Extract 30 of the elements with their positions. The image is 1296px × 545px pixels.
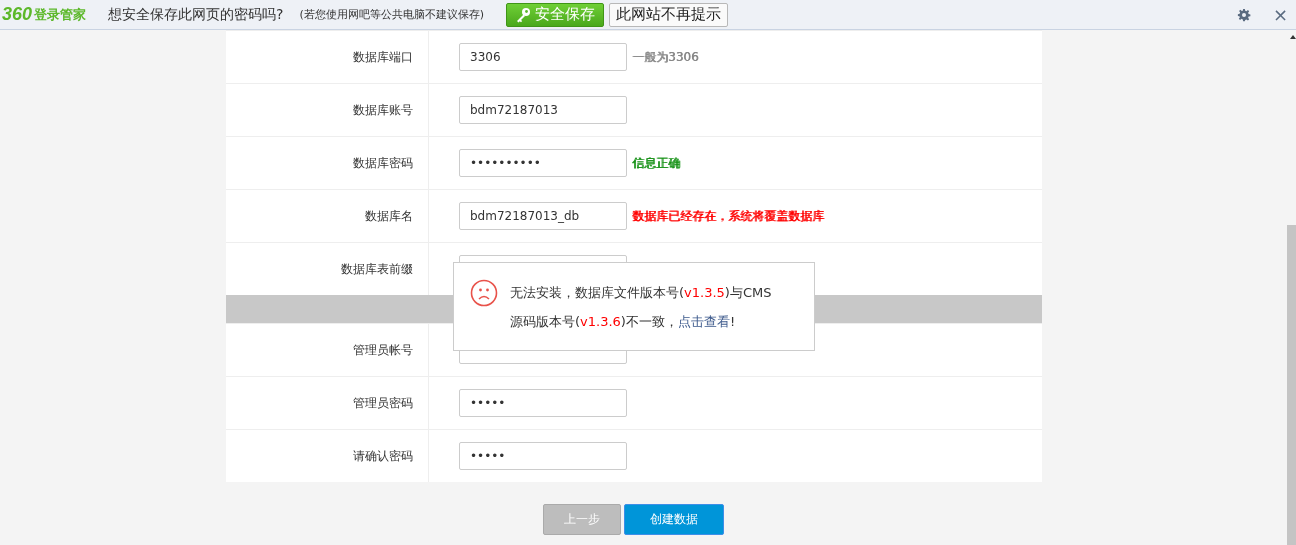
- scrollbar-track[interactable]: [1287, 225, 1296, 545]
- settings-icon[interactable]: [1236, 7, 1251, 22]
- field-label: 数据库表前缀: [341, 260, 413, 278]
- validation-message: 数据库已经存在，系统将覆盖数据库: [632, 207, 824, 225]
- input-field[interactable]: •••••: [459, 442, 627, 470]
- logo-mark: 360: [2, 4, 33, 25]
- view-link[interactable]: 点击查看: [677, 313, 730, 329]
- prompt-text: 想安全保存此网页的密码吗?: [108, 5, 284, 24]
- field-label: 管理员帐号: [353, 341, 413, 359]
- sad-face-icon: [470, 279, 498, 307]
- input-field[interactable]: bdm72187013_db: [459, 202, 627, 230]
- validation-message: 一般为3306: [632, 48, 699, 66]
- input-field[interactable]: ••••••••••: [459, 149, 627, 177]
- input-field[interactable]: bdm72187013: [459, 96, 627, 124]
- field-label: 请确认密码: [353, 447, 413, 465]
- input-field[interactable]: 3306: [459, 43, 627, 71]
- key-icon: [515, 6, 532, 23]
- field-label: 数据库名: [365, 207, 413, 225]
- field-label: 数据库账号: [353, 101, 413, 119]
- field-label: 管理员密码: [353, 394, 413, 412]
- validation-message: 信息正确: [632, 154, 680, 172]
- note-text: (若您使用网吧等公共电脑不建议保存): [299, 7, 485, 22]
- scroll-up-arrow-icon[interactable]: [1290, 35, 1296, 39]
- field-label: 数据库端口: [353, 48, 413, 66]
- field-label: 数据库密码: [353, 154, 413, 172]
- error-message: 无法安装，数据库文件版本号(v1.3.5)与CMS 源码版本号(v1.3.6)不一致，点击查看!: [510, 283, 772, 331]
- dismiss-button[interactable]: 此网站不再提示: [609, 2, 729, 27]
- input-field[interactable]: •••••: [459, 389, 627, 417]
- logo-text: 登录管家: [34, 5, 87, 24]
- close-button[interactable]: ×: [1272, 5, 1288, 24]
